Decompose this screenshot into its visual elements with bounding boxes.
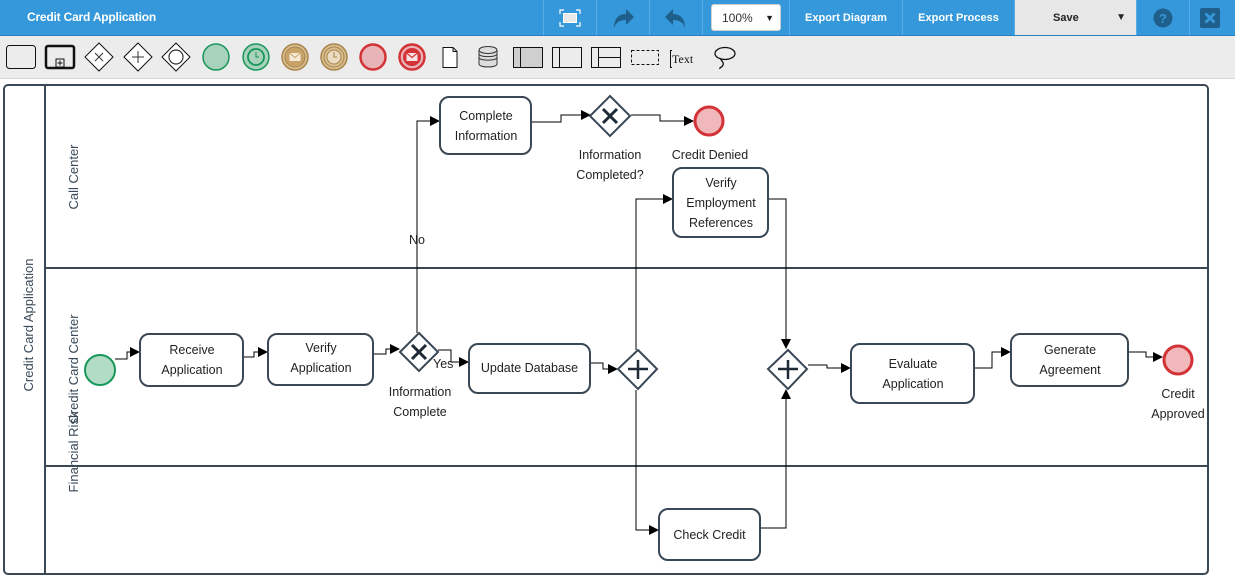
lane-label-financial-risk: Financial Risk xyxy=(66,411,81,493)
task-icon xyxy=(6,45,36,69)
flow-label-no: No xyxy=(409,233,425,247)
palette-group[interactable] xyxy=(628,40,662,74)
data-store-icon xyxy=(478,46,498,68)
lanes-split-icon xyxy=(591,47,621,68)
zoom-select[interactable]: 100% ▼ xyxy=(711,4,781,31)
save-button[interactable]: Save ▼ xyxy=(1014,0,1136,35)
lasso-icon xyxy=(714,46,736,70)
palette-data-store[interactable] xyxy=(474,40,502,74)
fit-to-screen-icon xyxy=(559,8,581,27)
data-object-icon xyxy=(442,47,458,68)
export-diagram-button[interactable]: Export Diagram xyxy=(789,0,902,35)
palette-inclusive-gateway[interactable] xyxy=(161,40,191,74)
palette-start-event[interactable] xyxy=(201,40,231,74)
text-annotation-label: Text xyxy=(672,52,694,66)
palette-subprocess[interactable] xyxy=(44,40,76,74)
palette-lasso[interactable] xyxy=(710,40,740,74)
gateway-label-line: Complete xyxy=(393,405,447,419)
message-intermediate-event-icon xyxy=(281,43,309,71)
timer-intermediate-event-icon xyxy=(320,43,348,71)
task-label-update-database: Update Database xyxy=(480,360,579,375)
palette-lanes-split[interactable] xyxy=(589,40,623,74)
palette-message-intermediate-event[interactable] xyxy=(280,40,310,74)
subprocess-icon xyxy=(44,44,76,70)
undo-button[interactable] xyxy=(649,0,702,35)
start-event-icon xyxy=(202,43,230,71)
svg-text:?: ? xyxy=(1159,11,1167,26)
export-process-button[interactable]: Export Process xyxy=(902,0,1014,35)
pool-icon xyxy=(513,47,543,68)
gateway-label-information-completed: Information Completed? xyxy=(568,145,652,185)
diagram-canvas[interactable]: Credit Card Application Call Center Cred… xyxy=(0,79,1235,577)
help-icon: ? xyxy=(1153,8,1173,27)
redo-icon xyxy=(614,8,634,28)
gateway-label-line: Completed? xyxy=(576,168,644,182)
event-label-credit-approved: Credit Approved xyxy=(1148,384,1208,424)
start-event[interactable] xyxy=(84,354,116,386)
palette-parallel-gateway[interactable] xyxy=(123,40,153,74)
task-label-verify-employment: Verify Employment References xyxy=(686,175,756,230)
app-title: Credit Card Application xyxy=(27,10,156,24)
group-icon xyxy=(631,50,659,65)
palette-text-annotation[interactable]: Text xyxy=(667,40,701,74)
close-button[interactable] xyxy=(1189,0,1230,35)
close-icon xyxy=(1200,7,1220,28)
gateway-label-information-complete: Information Complete xyxy=(378,382,462,422)
task-label-check-credit: Check Credit xyxy=(673,527,746,542)
lane-label-call-center: Call Center xyxy=(66,144,81,210)
end-event-icon xyxy=(359,43,387,71)
end-event-credit-denied[interactable] xyxy=(693,105,725,137)
fit-to-screen-button[interactable] xyxy=(543,0,596,35)
palette-end-event[interactable] xyxy=(358,40,388,74)
top-toolbar: Credit Card Application 100% ▼ Export Di… xyxy=(0,0,1235,36)
help-button[interactable]: ? xyxy=(1136,0,1189,35)
palette-timer-start-event[interactable] xyxy=(241,40,271,74)
palette-exclusive-gateway[interactable] xyxy=(84,40,114,74)
task-label-receive-application: Receive Application xyxy=(161,343,223,377)
task-label-verify-application: Verify Application xyxy=(290,340,352,375)
palette-task[interactable] xyxy=(5,40,37,74)
save-label: Save xyxy=(1053,11,1079,24)
event-label-line: Approved xyxy=(1151,407,1205,421)
save-dropdown-caret-icon[interactable]: ▼ xyxy=(1116,12,1126,23)
zoom-value: 100% xyxy=(722,10,753,25)
palette-data-object[interactable] xyxy=(438,40,462,74)
task-label-complete-information: Complete Information xyxy=(454,108,518,143)
inclusive-gateway-icon xyxy=(161,42,191,72)
timer-start-event-icon xyxy=(242,43,270,71)
palette-message-end-event[interactable] xyxy=(397,40,427,74)
event-label-credit-denied: Credit Denied xyxy=(671,148,749,162)
palette-timer-intermediate-event[interactable] xyxy=(319,40,349,74)
undo-icon xyxy=(665,8,685,28)
flow-label-yes: Yes xyxy=(433,357,454,371)
lane-icon xyxy=(552,47,582,68)
palette-lane[interactable] xyxy=(550,40,584,74)
pool-label: Credit Card Application xyxy=(21,258,36,392)
task-label-generate-agreement: Generate Agreement xyxy=(1039,343,1101,377)
text-annotation-icon: Text xyxy=(670,50,694,68)
palette-pool[interactable] xyxy=(511,40,545,74)
chevron-down-icon: ▼ xyxy=(765,12,774,23)
zoom-control: 100% ▼ xyxy=(702,0,789,35)
redo-button[interactable] xyxy=(596,0,649,35)
exclusive-gateway-icon xyxy=(84,42,114,72)
event-label-line: Credit xyxy=(1161,387,1195,401)
gateway-label-line: Information xyxy=(388,385,452,399)
gateway-label-line: Information xyxy=(578,148,642,162)
shape-palette: Text xyxy=(0,36,1235,79)
end-event-credit-approved[interactable] xyxy=(1162,344,1194,376)
task-label-evaluate-application: Evaluate Application xyxy=(882,356,944,391)
message-end-event-icon xyxy=(398,43,426,71)
parallel-gateway-icon xyxy=(123,42,153,72)
